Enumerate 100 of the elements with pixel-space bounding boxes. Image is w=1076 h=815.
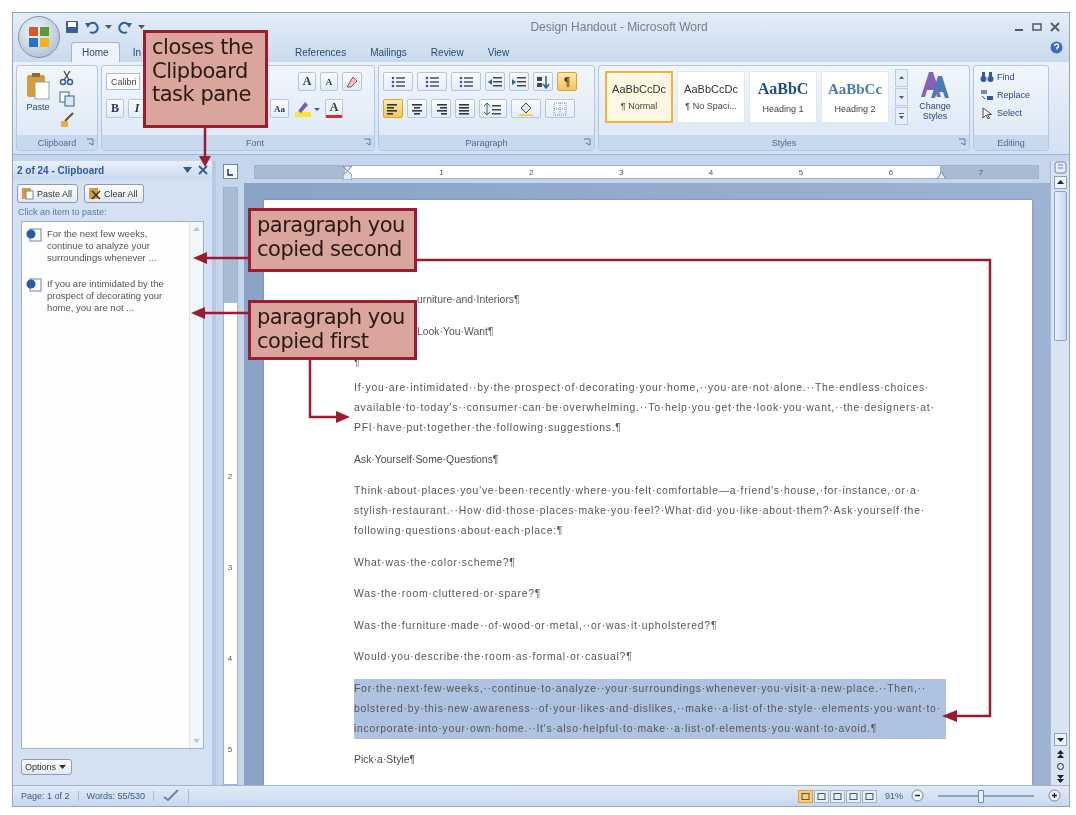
zoom-in-icon[interactable]	[1048, 788, 1061, 802]
paintbrush-icon[interactable]	[59, 112, 75, 128]
slider-thumb[interactable]	[978, 789, 985, 803]
numbering-icon[interactable]	[424, 74, 440, 89]
clear-icon	[88, 187, 102, 200]
scroll-up-icon[interactable]	[1053, 176, 1067, 189]
view-button[interactable]	[830, 789, 845, 803]
clipboard-icon	[25, 72, 51, 100]
scroll-down-icon[interactable]	[1053, 733, 1067, 746]
copy-icon[interactable]	[59, 91, 75, 107]
paste-button[interactable]: Paste All	[17, 184, 79, 203]
replace-button[interactable]: Replace	[978, 88, 1044, 102]
ribbon-tab[interactable]: Review	[419, 42, 475, 62]
view-button[interactable]	[814, 789, 829, 803]
select-button[interactable]: Select	[978, 106, 1044, 120]
align-left-button[interactable]	[383, 99, 403, 118]
clipboard-item[interactable]: For the next few weeks, continue to analyze your surroundings whenever ...	[47, 228, 179, 264]
callout-label: paragraph you copied second	[248, 208, 417, 272]
ribbon-tab[interactable]: Home	[71, 42, 120, 62]
office-button[interactable]	[18, 16, 60, 58]
style-name: Heading 1	[762, 104, 804, 114]
document-icon	[26, 228, 42, 242]
bold-button[interactable]: B	[106, 99, 124, 118]
multilevel-list-icon[interactable]	[458, 74, 474, 89]
pane-hint: Click an item to paste:	[17, 206, 108, 219]
paint-bucket-icon[interactable]	[518, 101, 534, 116]
indent-marker-icon[interactable]	[343, 166, 352, 180]
group-label: Styles	[771, 137, 797, 148]
clipboard-icon	[21, 187, 34, 200]
window-title: Design Handout - Microsoft Word	[529, 19, 709, 34]
view-button[interactable]	[846, 789, 861, 803]
proofing-icon[interactable]	[161, 789, 180, 801]
tab-selector[interactable]	[222, 164, 238, 179]
clipboard-item[interactable]: If you are intimidated by the prospect of decorating your home, you are not ...	[47, 278, 179, 314]
paste-button[interactable]: Paste	[21, 70, 55, 131]
highlighter-icon[interactable]	[293, 99, 321, 118]
ruler-number: 3	[227, 562, 233, 574]
increase-indent-icon[interactable]	[512, 75, 526, 88]
find-button[interactable]: Find	[978, 70, 1044, 84]
style-sample: AaBbCc	[827, 80, 883, 98]
show-marks-button[interactable]: ¶	[557, 72, 577, 91]
customize-caret-icon[interactable]	[138, 24, 145, 29]
font-name-field[interactable]: Calibri	[106, 73, 140, 90]
help-icon[interactable]	[1050, 41, 1063, 54]
ruler-number: 5	[227, 744, 233, 756]
ruler-number: 1	[439, 167, 444, 177]
style-preset[interactable]: AaBbC Heading 1	[749, 71, 817, 123]
ruler-number: 3	[618, 167, 624, 177]
grow-font-button[interactable]: A	[298, 72, 316, 91]
group-label: Font	[246, 137, 264, 148]
change-case-button[interactable]: Aa	[270, 99, 289, 118]
bullets-icon[interactable]	[390, 74, 406, 89]
line-spacing-icon[interactable]	[484, 101, 502, 116]
align-justify-icon	[458, 102, 472, 115]
restore-icon[interactable]	[1031, 20, 1043, 33]
style-preset[interactable]: AaBbCc Heading 2	[821, 71, 889, 123]
zoom-out-icon[interactable]	[911, 788, 924, 802]
sort-icon[interactable]	[536, 74, 550, 89]
more-icon[interactable]	[895, 107, 908, 125]
style-name: ¶ Normal	[620, 101, 658, 111]
view-button[interactable]	[862, 789, 877, 803]
scrollbar-thumb[interactable]	[1053, 191, 1067, 341]
options-button[interactable]: Options	[21, 759, 73, 775]
align-right-button[interactable]	[431, 99, 451, 118]
ruler-number: 2	[227, 471, 233, 483]
ribbon-tab[interactable]: References	[284, 42, 358, 62]
shrink-font-button[interactable]: A	[320, 72, 338, 91]
undo-icon[interactable]	[85, 19, 99, 34]
callout-label: paragraph you copied first	[248, 300, 417, 360]
style-preset[interactable]: AaBbCcDc ¶ Normal	[605, 71, 673, 123]
right-indent-icon[interactable]	[937, 171, 946, 179]
page-count[interactable]: Page: 1 of 2	[13, 791, 79, 801]
close-icon[interactable]	[1049, 20, 1061, 33]
ribbon-tab[interactable]: Mailings	[359, 42, 418, 62]
ribbon-tab[interactable]: View	[476, 42, 521, 62]
align-left-icon	[386, 102, 400, 115]
decrease-indent-icon[interactable]	[488, 75, 502, 88]
align-justify-button[interactable]	[455, 99, 475, 118]
scissors-icon[interactable]	[59, 70, 75, 86]
redo-icon[interactable]	[118, 19, 132, 34]
align-right-icon	[434, 102, 448, 115]
style-preset[interactable]: AaBbCcDc ¶ No Spaci...	[677, 71, 745, 123]
clear-formatting-icon[interactable]	[345, 74, 359, 89]
close-icon[interactable]	[198, 165, 208, 175]
ruler-number: 2	[528, 167, 534, 177]
font-color-button[interactable]: A	[325, 99, 343, 118]
zoom-level[interactable]: 91%	[885, 791, 903, 801]
caret-icon[interactable]	[105, 24, 112, 29]
change-styles-button[interactable]: Change Styles	[912, 69, 958, 132]
align-center-button[interactable]	[407, 99, 427, 118]
view-button[interactable]	[798, 789, 813, 803]
ribbon-tab[interactable]: In	[121, 42, 143, 62]
pane-menu-icon[interactable]	[183, 167, 192, 173]
clear-button[interactable]: Clear All	[84, 184, 144, 203]
ruler-toggle-icon[interactable]	[1053, 161, 1067, 174]
document-paragraph: Was·the·room·cluttered·or·spare?¶	[354, 587, 543, 601]
document-paragraph: Think·about·places·you've·been·recently·where·you·felt·comfortable—a·friend's·house,·for·instance,·or·a·stylish·restaurant.··How·did·those·places·make·you·feel?·What·did·you·like·about·them?·Ask·yourself·the·following·questions·about·each·place:¶	[354, 484, 926, 538]
word-count[interactable]: Words: 55/530	[78, 791, 154, 801]
document-paragraph: Would·you·describe·the·room·as·formal·or·casual?¶	[354, 650, 634, 664]
save-icon[interactable]	[65, 19, 79, 34]
